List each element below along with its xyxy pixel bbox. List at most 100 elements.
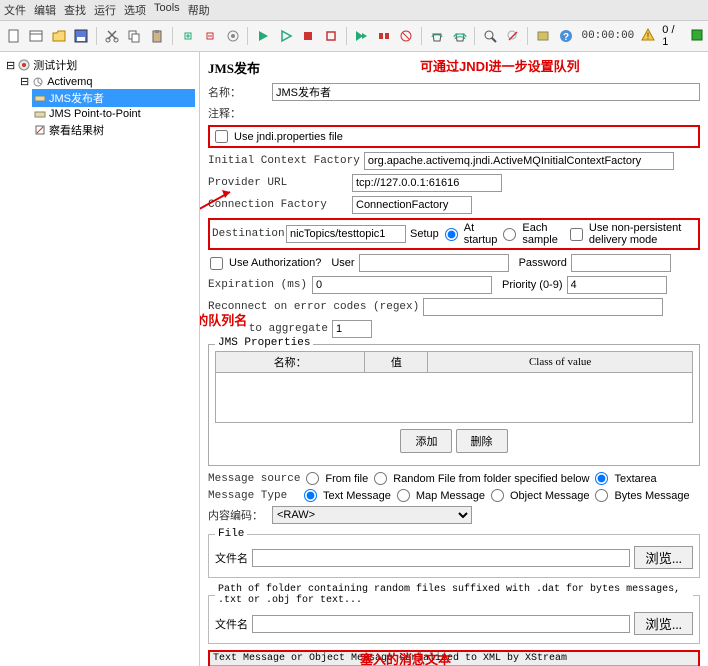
- collapse-icon[interactable]: [200, 26, 220, 46]
- template-icon[interactable]: [27, 26, 47, 46]
- menu-help[interactable]: 帮助: [188, 2, 210, 18]
- icf-input[interactable]: [364, 152, 674, 170]
- tree-jms-publisher[interactable]: JMS发布者: [32, 89, 195, 107]
- aggregate-input[interactable]: [332, 320, 372, 338]
- bytes-msg-radio[interactable]: [595, 489, 608, 502]
- text-msg-radio[interactable]: [304, 489, 317, 502]
- use-jndi-checkbox[interactable]: [215, 130, 228, 143]
- save-icon[interactable]: [72, 26, 92, 46]
- startup-radio[interactable]: [445, 228, 458, 241]
- threadgroup-icon: [32, 76, 44, 88]
- remote-stop-icon[interactable]: [374, 26, 394, 46]
- bytes-msg-label: Bytes Message: [614, 490, 689, 502]
- icf-label: Initial Context Factory: [208, 155, 360, 167]
- clear-all-icon[interactable]: [450, 26, 470, 46]
- new-icon[interactable]: [4, 26, 24, 46]
- folder-legend: Path of folder containing random files s…: [215, 584, 693, 606]
- remote-shutdown-icon[interactable]: [397, 26, 417, 46]
- collapse-handle-icon[interactable]: ⊟: [6, 59, 15, 72]
- menu-file[interactable]: 文件: [4, 2, 26, 18]
- filename-input[interactable]: [252, 549, 630, 567]
- stop-icon[interactable]: [299, 26, 319, 46]
- browse-folder-button[interactable]: 浏览...: [634, 612, 693, 635]
- use-auth-checkbox[interactable]: [210, 257, 223, 270]
- tree-item-label: JMS发布者: [49, 90, 104, 106]
- use-auth-label: Use Authorization?: [229, 257, 321, 269]
- separator: [346, 27, 347, 45]
- tree-threadgroup[interactable]: ⊟ Activemq: [18, 74, 195, 89]
- remote-start-icon[interactable]: [352, 26, 372, 46]
- non-persistent-checkbox[interactable]: [570, 228, 583, 241]
- cut-icon[interactable]: [102, 26, 122, 46]
- shutdown-icon[interactable]: [321, 26, 341, 46]
- tree-root[interactable]: ⊟ 测试计划: [4, 56, 195, 74]
- file-legend: File: [215, 528, 247, 540]
- browse-button[interactable]: 浏览...: [634, 546, 693, 569]
- name-label: 名称：: [208, 84, 268, 100]
- object-msg-label: Object Message: [510, 490, 589, 502]
- map-msg-radio[interactable]: [397, 489, 410, 502]
- panel-title: JMS发布: [208, 58, 700, 77]
- expand-icon[interactable]: [178, 26, 198, 46]
- text-msg-label: Text Message: [323, 490, 391, 502]
- menu-run[interactable]: 运行: [94, 2, 116, 18]
- name-input[interactable]: [272, 83, 700, 101]
- delete-button[interactable]: 删除: [456, 429, 508, 453]
- tree-item-label: 察看结果树: [49, 122, 104, 138]
- user-label: User: [331, 257, 354, 269]
- toggle-icon[interactable]: [223, 26, 243, 46]
- reconnect-input[interactable]: [423, 298, 663, 316]
- tree-pane: ⊟ 测试计划 ⊟ Activemq JMS发布者 JMS Point-to-Po…: [0, 52, 200, 666]
- textarea-label: Textarea: [614, 473, 656, 485]
- random-file-radio[interactable]: [374, 472, 387, 485]
- testplan-icon: [18, 59, 30, 71]
- collapse-handle-icon[interactable]: ⊟: [20, 75, 29, 88]
- message-textarea-group: Text Message or Object Message serialize…: [208, 650, 700, 666]
- priority-input[interactable]: [567, 276, 667, 294]
- tree-jms-p2p[interactable]: JMS Point-to-Point: [32, 107, 195, 121]
- tree-item-label: Activemq: [47, 76, 92, 88]
- help-icon[interactable]: ?: [556, 26, 576, 46]
- separator: [96, 27, 97, 45]
- setup-label: Setup: [410, 228, 439, 240]
- menu-options[interactable]: 选项: [124, 2, 146, 18]
- expiration-input[interactable]: [312, 276, 492, 294]
- object-msg-radio[interactable]: [491, 489, 504, 502]
- each-sample-radio[interactable]: [503, 228, 516, 241]
- sampler-icon: [34, 108, 46, 120]
- tree-results-tree[interactable]: 察看结果树: [32, 121, 195, 139]
- table-row[interactable]: [216, 373, 693, 423]
- password-label: Password: [519, 257, 567, 269]
- cf-label: Connection Factory: [208, 199, 348, 211]
- content-pane: JMS发布 可通过JNDI进一步设置队列 名称： 注释： Use jndi.pr…: [200, 52, 708, 666]
- file-group: File 文件名 浏览...: [208, 528, 700, 578]
- menu-tools[interactable]: Tools: [154, 2, 180, 18]
- clear-icon[interactable]: [427, 26, 447, 46]
- reconnect-label: Reconnect on error codes (regex): [208, 301, 419, 313]
- user-input[interactable]: [359, 254, 509, 272]
- folder-input[interactable]: [252, 615, 630, 633]
- map-msg-label: Map Message: [416, 490, 485, 502]
- textarea-radio[interactable]: [595, 472, 608, 485]
- add-button[interactable]: 添加: [400, 429, 452, 453]
- dest-input[interactable]: [286, 225, 406, 243]
- open-icon[interactable]: [49, 26, 69, 46]
- start-no-timer-icon[interactable]: [276, 26, 296, 46]
- copy-icon[interactable]: [125, 26, 145, 46]
- paste-icon[interactable]: [147, 26, 167, 46]
- tree-item-label: JMS Point-to-Point: [49, 108, 141, 120]
- warning-icon[interactable]: !: [641, 28, 655, 45]
- provider-input[interactable]: [352, 174, 502, 192]
- encoding-select[interactable]: <RAW>: [272, 506, 472, 524]
- password-input[interactable]: [571, 254, 671, 272]
- reset-search-icon[interactable]: [503, 26, 523, 46]
- separator: [421, 27, 422, 45]
- start-icon[interactable]: [253, 26, 273, 46]
- menu-edit[interactable]: 编辑: [34, 2, 56, 18]
- from-file-radio[interactable]: [306, 472, 319, 485]
- function-icon[interactable]: [533, 26, 553, 46]
- cf-input[interactable]: [352, 196, 472, 214]
- menu-search[interactable]: 查找: [64, 2, 86, 18]
- search-icon[interactable]: [480, 26, 500, 46]
- separator: [172, 27, 173, 45]
